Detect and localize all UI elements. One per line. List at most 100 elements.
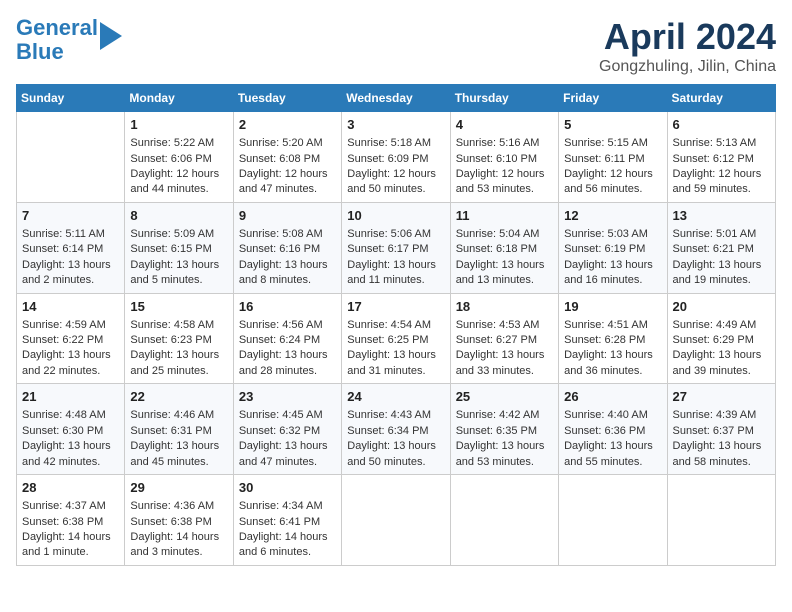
day-info-line: and 50 minutes. xyxy=(347,182,444,197)
calendar-cell: 21Sunrise: 4:48 AMSunset: 6:30 PMDayligh… xyxy=(17,384,125,475)
day-info-line: Daylight: 12 hours xyxy=(239,167,336,182)
day-info-line: and 50 minutes. xyxy=(347,455,444,470)
day-info-line: and 2 minutes. xyxy=(22,273,119,288)
calendar-cell xyxy=(342,475,450,566)
day-info-line: Sunset: 6:28 PM xyxy=(564,333,661,348)
calendar-cell: 29Sunrise: 4:36 AMSunset: 6:38 PMDayligh… xyxy=(125,475,233,566)
day-info-line: Sunset: 6:23 PM xyxy=(130,333,227,348)
calendar-cell: 2Sunrise: 5:20 AMSunset: 6:08 PMDaylight… xyxy=(233,112,341,203)
day-info-line: Sunset: 6:11 PM xyxy=(564,152,661,167)
calendar-cell: 16Sunrise: 4:56 AMSunset: 6:24 PMDayligh… xyxy=(233,293,341,384)
calendar-cell: 12Sunrise: 5:03 AMSunset: 6:19 PMDayligh… xyxy=(559,202,667,293)
day-info-line: Sunrise: 4:43 AM xyxy=(347,408,444,423)
day-info-line: Sunrise: 5:22 AM xyxy=(130,136,227,151)
day-info-line: Sunset: 6:27 PM xyxy=(456,333,553,348)
weekday-header: Wednesday xyxy=(342,85,450,112)
day-info-line: Sunset: 6:22 PM xyxy=(22,333,119,348)
day-info-line: and 5 minutes. xyxy=(130,273,227,288)
calendar-cell: 25Sunrise: 4:42 AMSunset: 6:35 PMDayligh… xyxy=(450,384,558,475)
calendar-cell: 15Sunrise: 4:58 AMSunset: 6:23 PMDayligh… xyxy=(125,293,233,384)
calendar-cell: 9Sunrise: 5:08 AMSunset: 6:16 PMDaylight… xyxy=(233,202,341,293)
day-info-line: and 39 minutes. xyxy=(673,364,770,379)
day-info-line: and 36 minutes. xyxy=(564,364,661,379)
day-info-line: and 31 minutes. xyxy=(347,364,444,379)
day-info-line: Sunset: 6:10 PM xyxy=(456,152,553,167)
day-info-line: Sunset: 6:16 PM xyxy=(239,242,336,257)
day-info-line: Sunset: 6:24 PM xyxy=(239,333,336,348)
day-info-line: Daylight: 12 hours xyxy=(347,167,444,182)
calendar-cell: 24Sunrise: 4:43 AMSunset: 6:34 PMDayligh… xyxy=(342,384,450,475)
calendar-cell xyxy=(559,475,667,566)
day-info-line: Sunrise: 5:16 AM xyxy=(456,136,553,151)
day-info-line: Sunset: 6:09 PM xyxy=(347,152,444,167)
day-info-line: Sunset: 6:25 PM xyxy=(347,333,444,348)
day-info-line: and 22 minutes. xyxy=(22,364,119,379)
day-info-line: Sunrise: 5:11 AM xyxy=(22,227,119,242)
day-info-line: Daylight: 13 hours xyxy=(564,439,661,454)
day-info-line: Sunrise: 5:09 AM xyxy=(130,227,227,242)
day-number: 30 xyxy=(239,479,336,497)
day-info-line: and 16 minutes. xyxy=(564,273,661,288)
calendar-week-row: 28Sunrise: 4:37 AMSunset: 6:38 PMDayligh… xyxy=(17,475,776,566)
calendar-cell xyxy=(450,475,558,566)
calendar-cell: 13Sunrise: 5:01 AMSunset: 6:21 PMDayligh… xyxy=(667,202,775,293)
day-number: 27 xyxy=(673,388,770,406)
day-info-line: Sunrise: 4:34 AM xyxy=(239,499,336,514)
location-subtitle: Gongzhuling, Jilin, China xyxy=(599,58,776,76)
calendar-week-row: 7Sunrise: 5:11 AMSunset: 6:14 PMDaylight… xyxy=(17,202,776,293)
day-info-line: Sunset: 6:41 PM xyxy=(239,515,336,530)
calendar-cell: 8Sunrise: 5:09 AMSunset: 6:15 PMDaylight… xyxy=(125,202,233,293)
day-info-line: and 8 minutes. xyxy=(239,273,336,288)
day-number: 28 xyxy=(22,479,119,497)
day-info-line: Daylight: 13 hours xyxy=(22,258,119,273)
day-info-line: Daylight: 13 hours xyxy=(456,258,553,273)
day-info-line: Sunrise: 5:18 AM xyxy=(347,136,444,151)
day-info-line: Sunset: 6:31 PM xyxy=(130,424,227,439)
day-number: 8 xyxy=(130,207,227,225)
day-info-line: Sunset: 6:30 PM xyxy=(22,424,119,439)
day-info-line: Daylight: 13 hours xyxy=(564,258,661,273)
day-info-line: Daylight: 12 hours xyxy=(673,167,770,182)
day-info-line: Daylight: 14 hours xyxy=(239,530,336,545)
day-info-line: Daylight: 13 hours xyxy=(564,348,661,363)
weekday-header: Sunday xyxy=(17,85,125,112)
day-info-line: and 47 minutes. xyxy=(239,455,336,470)
day-info-line: and 47 minutes. xyxy=(239,182,336,197)
calendar-week-row: 1Sunrise: 5:22 AMSunset: 6:06 PMDaylight… xyxy=(17,112,776,203)
day-info-line: Sunrise: 4:45 AM xyxy=(239,408,336,423)
day-number: 25 xyxy=(456,388,553,406)
day-info-line: Sunrise: 4:48 AM xyxy=(22,408,119,423)
day-number: 29 xyxy=(130,479,227,497)
weekday-header: Tuesday xyxy=(233,85,341,112)
calendar-cell: 17Sunrise: 4:54 AMSunset: 6:25 PMDayligh… xyxy=(342,293,450,384)
day-number: 15 xyxy=(130,298,227,316)
day-info-line: Sunset: 6:18 PM xyxy=(456,242,553,257)
weekday-header: Monday xyxy=(125,85,233,112)
day-info-line: Daylight: 13 hours xyxy=(673,258,770,273)
day-number: 18 xyxy=(456,298,553,316)
calendar-cell: 5Sunrise: 5:15 AMSunset: 6:11 PMDaylight… xyxy=(559,112,667,203)
day-info-line: Daylight: 12 hours xyxy=(456,167,553,182)
calendar-cell: 23Sunrise: 4:45 AMSunset: 6:32 PMDayligh… xyxy=(233,384,341,475)
weekday-header: Friday xyxy=(559,85,667,112)
day-info-line: and 33 minutes. xyxy=(456,364,553,379)
calendar-cell: 22Sunrise: 4:46 AMSunset: 6:31 PMDayligh… xyxy=(125,384,233,475)
day-info-line: Daylight: 13 hours xyxy=(456,439,553,454)
day-info-line: Sunrise: 4:51 AM xyxy=(564,318,661,333)
day-number: 5 xyxy=(564,116,661,134)
calendar-body: 1Sunrise: 5:22 AMSunset: 6:06 PMDaylight… xyxy=(17,112,776,566)
day-number: 26 xyxy=(564,388,661,406)
day-info-line: and 44 minutes. xyxy=(130,182,227,197)
day-info-line: and 45 minutes. xyxy=(130,455,227,470)
calendar-cell: 18Sunrise: 4:53 AMSunset: 6:27 PMDayligh… xyxy=(450,293,558,384)
day-number: 13 xyxy=(673,207,770,225)
day-info-line: Sunset: 6:17 PM xyxy=(347,242,444,257)
day-info-line: Sunrise: 4:36 AM xyxy=(130,499,227,514)
day-number: 17 xyxy=(347,298,444,316)
calendar-week-row: 21Sunrise: 4:48 AMSunset: 6:30 PMDayligh… xyxy=(17,384,776,475)
day-info-line: Sunrise: 4:39 AM xyxy=(673,408,770,423)
day-info-line: and 3 minutes. xyxy=(130,545,227,560)
day-number: 2 xyxy=(239,116,336,134)
day-info-line: Sunset: 6:12 PM xyxy=(673,152,770,167)
calendar-cell: 6Sunrise: 5:13 AMSunset: 6:12 PMDaylight… xyxy=(667,112,775,203)
